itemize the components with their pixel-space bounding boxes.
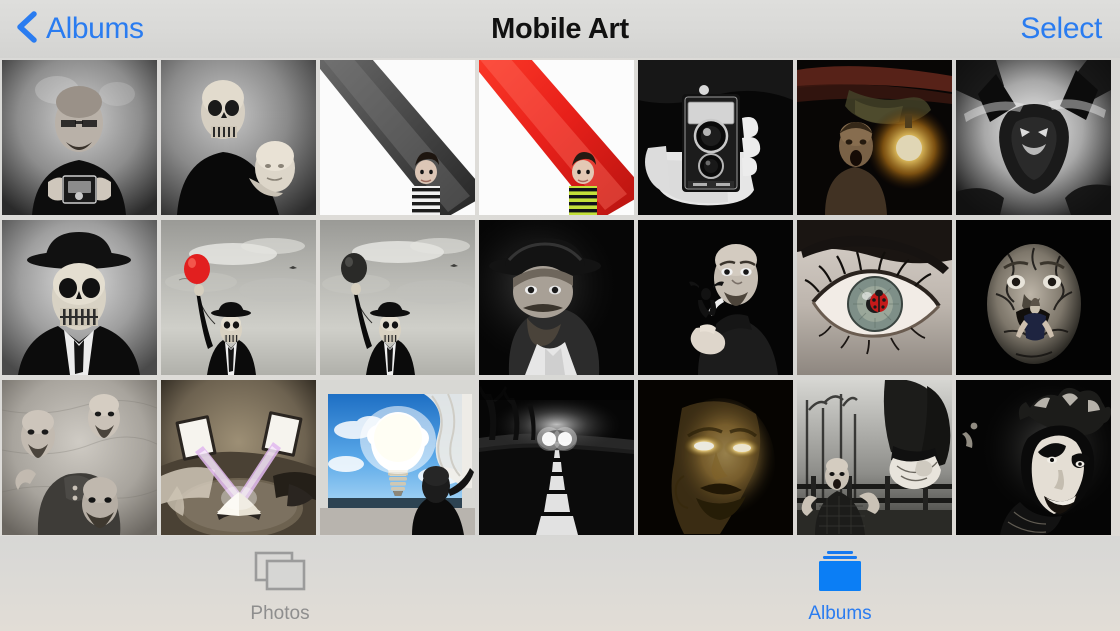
photo-tile[interactable] xyxy=(956,60,1111,215)
photo-tile[interactable] xyxy=(161,380,316,535)
photo-tile[interactable] xyxy=(956,220,1111,375)
photo-tile[interactable] xyxy=(638,380,793,535)
photo-tile[interactable] xyxy=(797,220,952,375)
photo-grid xyxy=(2,60,1118,535)
albums-folder-icon xyxy=(813,550,867,597)
tab-photos[interactable]: Photos xyxy=(0,536,560,631)
photo-tile[interactable] xyxy=(479,220,634,375)
tab-albums[interactable]: Albums xyxy=(560,536,1120,631)
photo-tile[interactable] xyxy=(479,380,634,535)
photo-tile[interactable] xyxy=(797,60,952,215)
photo-tile[interactable] xyxy=(638,220,793,375)
photo-tile[interactable] xyxy=(320,60,475,215)
photo-tile[interactable] xyxy=(956,380,1111,535)
photo-tile[interactable] xyxy=(320,380,475,535)
photos-stack-icon xyxy=(253,550,307,597)
photo-tile[interactable] xyxy=(638,60,793,215)
page-title: Mobile Art xyxy=(491,12,629,45)
photo-tile[interactable] xyxy=(479,60,634,215)
photo-tile[interactable] xyxy=(2,60,157,215)
tab-photos-label: Photos xyxy=(250,603,310,624)
photo-tile[interactable] xyxy=(320,220,475,375)
photo-tile[interactable] xyxy=(161,60,316,215)
photo-tile[interactable] xyxy=(2,220,157,375)
navigation-bar: Albums Mobile Art Select xyxy=(0,0,1120,58)
tab-albums-label: Albums xyxy=(808,603,872,624)
photo-tile[interactable] xyxy=(797,380,952,535)
photo-tile[interactable] xyxy=(161,220,316,375)
tab-bar: Photos Albums xyxy=(0,536,1120,631)
select-button[interactable]: Select xyxy=(1020,12,1102,46)
photo-tile[interactable] xyxy=(2,380,157,535)
